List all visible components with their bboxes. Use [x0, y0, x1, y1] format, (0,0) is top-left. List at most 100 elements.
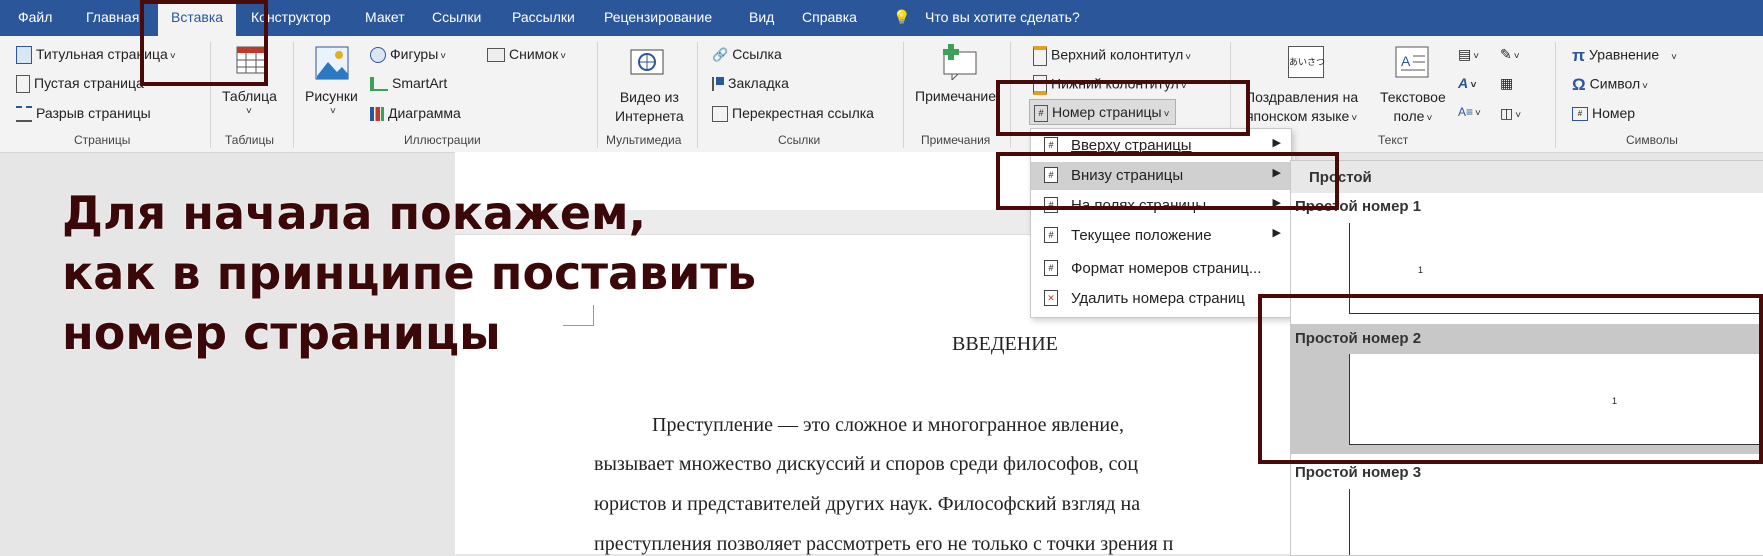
highlight-box-insert-tab: [140, 0, 268, 86]
pictures-icon: [315, 46, 349, 80]
separator: [697, 42, 698, 148]
caption-line: номер страницы: [62, 306, 501, 360]
highlight-box-bottom-of-page: [996, 152, 1339, 210]
blank-page-icon: [16, 75, 30, 94]
blank-page-button[interactable]: Пустая страница: [16, 75, 144, 94]
separator: [597, 42, 598, 148]
tab-mailings[interactable]: Рассылки: [512, 9, 575, 25]
textbox-button[interactable]: Текстовое поле ˅: [1380, 88, 1446, 128]
document-line: вызывает множество дискуссий и споров ср…: [594, 453, 1139, 475]
wordart-icon[interactable]: A ˅: [1458, 75, 1476, 91]
tab-file[interactable]: Файл: [18, 9, 52, 25]
chevron-down-icon: ˅: [1426, 113, 1433, 124]
quick-parts-icon[interactable]: ▤ ˅: [1458, 46, 1479, 63]
caption-line: как в принципе поставить: [62, 246, 757, 300]
page-break-button[interactable]: Разрыв страницы: [16, 105, 151, 123]
group-label-tables: Таблицы: [225, 133, 275, 147]
page-number-icon: #: [1044, 227, 1058, 243]
chart-icon: [370, 107, 384, 122]
screenshot-icon: [487, 48, 505, 63]
svg-text:A: A: [1401, 53, 1411, 69]
object-icon[interactable]: ◫ ˅: [1500, 105, 1521, 122]
separator: [293, 42, 294, 148]
header-icon: [1033, 46, 1047, 66]
date-time-icon[interactable]: ▦: [1500, 75, 1513, 92]
group-label-text: Текст: [1378, 133, 1409, 147]
online-video-button[interactable]: Видео из Интернета: [615, 88, 684, 126]
page-number-icon: #: [1044, 137, 1058, 153]
preview-page-number: 1: [1418, 265, 1424, 275]
gallery-option-label[interactable]: Простой номер 3: [1295, 464, 1421, 481]
shapes-icon: [370, 47, 386, 64]
menu-item-format-page-numbers[interactable]: # Формат номеров страниц...: [1031, 255, 1291, 283]
group-label-pages: Страницы: [74, 133, 131, 147]
japanese-greeting-icon: あいさつ: [1288, 46, 1325, 78]
group-label-links: Ссылки: [778, 133, 821, 147]
cross-reference-button[interactable]: Перекрестная ссылка: [712, 105, 874, 123]
number-button[interactable]: # Номер: [1572, 105, 1635, 122]
pictures-button[interactable]: Рисунки: [305, 88, 358, 104]
group-label-symbols: Символы: [1626, 133, 1678, 147]
shapes-button[interactable]: Фигуры ˅: [370, 46, 447, 64]
symbol-button[interactable]: Ω Символ ˅: [1572, 75, 1648, 95]
header-button[interactable]: Верхний колонтитул ˅: [1033, 46, 1191, 66]
online-video-icon: [630, 46, 664, 78]
lightbulb-icon: 💡: [893, 9, 911, 25]
chevron-down-icon: ˅: [330, 106, 336, 117]
menu-item-current-position[interactable]: # Текущее положение ▶: [1031, 222, 1291, 250]
page-break-icon: [16, 106, 32, 123]
document-line: Преступление — это сложное и многогранно…: [652, 414, 1124, 436]
format-page-numbers-icon: #: [1044, 260, 1058, 276]
chevron-down-icon: ˅: [1642, 80, 1648, 92]
tab-references[interactable]: Ссылки: [432, 9, 481, 25]
separator: [903, 42, 904, 148]
textbox-icon: A: [1395, 46, 1429, 78]
highlight-box-page-number: [996, 80, 1250, 136]
group-label-media: Мультимедиа: [606, 133, 682, 147]
document-line: преступления позволяет рассмотреть его н…: [594, 533, 1174, 555]
chevron-down-icon: ˅: [440, 51, 447, 62]
document-line: юристов и представителей других наук. Фи…: [594, 493, 1141, 515]
group-label-illustrations: Иллюстрации: [404, 133, 481, 147]
gallery-option-preview[interactable]: [1349, 489, 1350, 555]
signature-line-icon[interactable]: ✎ ˅: [1500, 46, 1520, 63]
chevron-right-icon: ▶: [1272, 227, 1281, 239]
text-boundary-mark: [563, 305, 594, 326]
screenshot-button[interactable]: Снимок ˅: [487, 46, 566, 63]
chevron-down-icon: ˅: [246, 106, 252, 117]
japanese-greeting-button[interactable]: Поздравления на японском языке ˅: [1245, 88, 1358, 128]
menu-item-remove-page-numbers[interactable]: ✕ Удалить номера страниц: [1031, 285, 1291, 313]
number-icon: #: [1572, 107, 1588, 122]
chevron-down-icon: ˅: [1185, 51, 1192, 63]
tab-home[interactable]: Главная: [86, 9, 139, 25]
bookmark-button[interactable]: Закладка: [712, 75, 789, 92]
chevron-down-icon: ˅: [1671, 51, 1677, 63]
chart-button[interactable]: Диаграмма: [370, 105, 461, 122]
link-button[interactable]: 🔗 Ссылка: [712, 46, 782, 63]
bookmark-icon: [712, 77, 724, 92]
tab-help[interactable]: Справка: [802, 9, 857, 25]
chevron-down-icon: ˅: [1351, 113, 1358, 124]
caption-line: Для начала покажем,: [62, 186, 647, 240]
cross-reference-icon: [712, 106, 728, 123]
cover-page-icon: [16, 46, 32, 65]
equation-button[interactable]: π Уравнение ˅: [1572, 46, 1677, 66]
group-label-comments: Примечания: [921, 133, 991, 147]
comment-icon: [940, 44, 980, 82]
comment-button[interactable]: Примечание: [915, 88, 996, 104]
tab-view[interactable]: Вид: [749, 9, 774, 25]
remove-page-numbers-icon: ✕: [1044, 290, 1058, 306]
smartart-button[interactable]: SmartArt: [370, 75, 447, 92]
drop-cap-icon[interactable]: A≡ ˅: [1458, 105, 1481, 119]
separator: [1555, 42, 1556, 148]
tab-review[interactable]: Рецензирование: [604, 9, 712, 25]
table-button[interactable]: Таблица: [222, 88, 277, 104]
pi-icon: π: [1572, 46, 1586, 65]
document-heading: ВВЕДЕНИЕ: [952, 333, 1058, 355]
highlight-box-simple-number-2: [1258, 294, 1763, 464]
chevron-right-icon: ▶: [1272, 137, 1281, 149]
omega-icon: Ω: [1572, 75, 1586, 94]
tell-me-search[interactable]: Что вы хотите сделать?: [925, 9, 1080, 25]
link-icon: 🔗: [712, 47, 729, 63]
tab-layout[interactable]: Макет: [365, 9, 405, 25]
